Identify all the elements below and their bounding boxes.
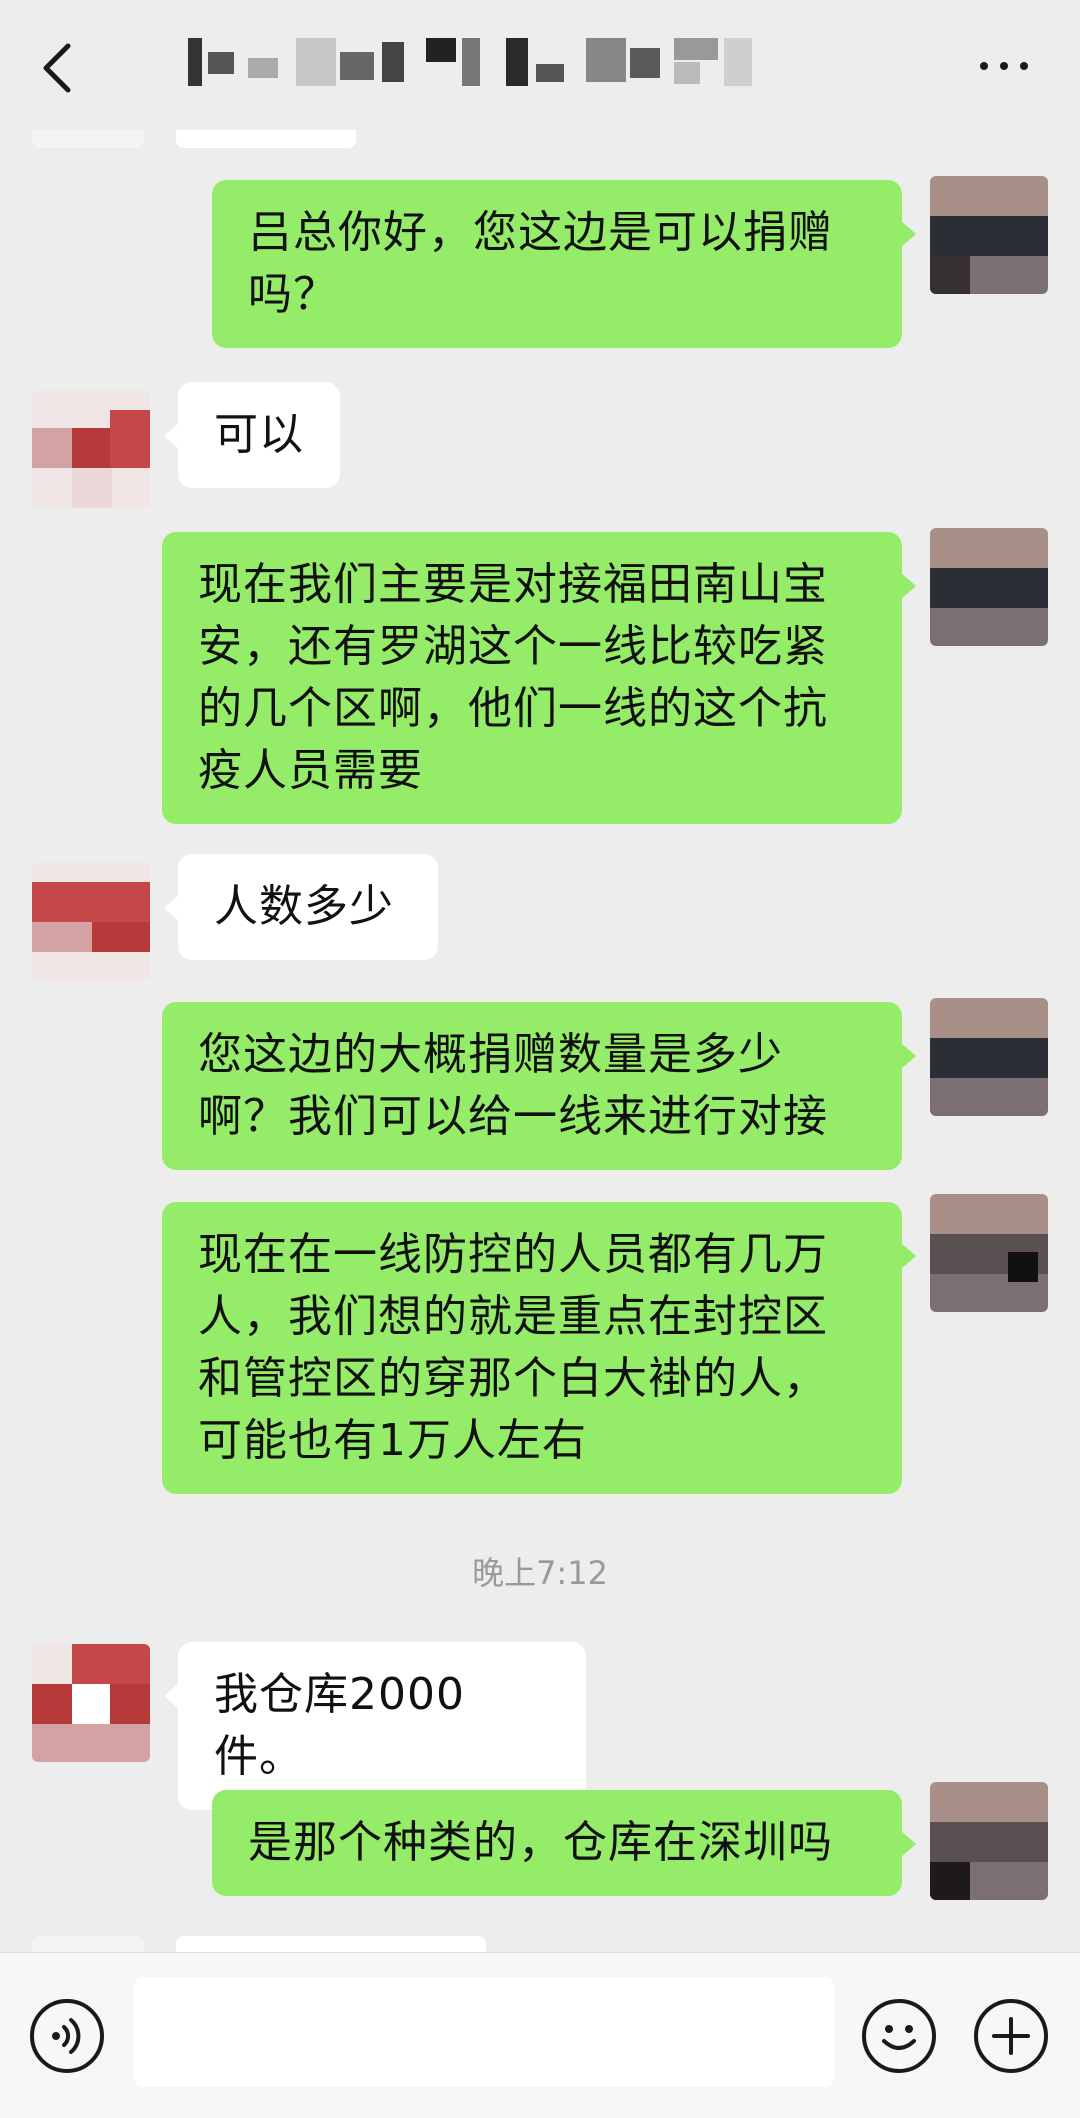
chevron-left-icon <box>43 43 71 93</box>
message-bubble-outgoing[interactable]: 现在在一线防控的人员都有几万人，我们想的就是重点在封控区和管控区的穿那个白大褂的… <box>162 1202 916 1494</box>
chat-header <box>0 0 1080 130</box>
contact-avatar[interactable] <box>32 1644 150 1762</box>
message-bubble-outgoing[interactable]: 是那个种类的，仓库在深圳吗 <box>212 1790 916 1896</box>
message-timestamp: 晚上7:12 <box>472 1554 608 1592</box>
voice-button[interactable] <box>30 1999 104 2073</box>
next-avatar-fragment <box>32 1936 144 1952</box>
emoji-button[interactable] <box>862 1999 936 2073</box>
plus-button[interactable] <box>974 1999 1048 2073</box>
message-bubble-outgoing[interactable]: 吕总你好，您这边是可以捐赠吗？ <box>212 180 916 348</box>
contact-avatar[interactable] <box>32 390 150 508</box>
message-bubble-incoming[interactable]: 可以 <box>164 382 340 488</box>
my-avatar[interactable] <box>930 1782 1048 1900</box>
message-input-bar <box>0 1952 1080 2118</box>
next-message-fragment <box>176 1936 486 1952</box>
previous-message-fragment <box>176 130 356 148</box>
contact-avatar[interactable] <box>32 862 150 980</box>
previous-avatar-fragment <box>32 130 144 148</box>
message-bubble-outgoing[interactable]: 您这边的大概捐赠数量是多少啊？我们可以给一线来进行对接 <box>162 1002 916 1170</box>
message-text-input[interactable] <box>134 1977 834 2087</box>
message-bubble-incoming[interactable]: 人数多少 <box>164 854 438 960</box>
emoji-icon <box>882 2025 916 2050</box>
my-avatar[interactable] <box>930 176 1048 294</box>
chat-title-obscured <box>168 38 898 86</box>
my-avatar[interactable] <box>930 1194 1048 1312</box>
message-bubble-outgoing[interactable]: 现在我们主要是对接福田南山宝安，还有罗湖这个一线比较吃紧的几个区啊，他们一线的这… <box>162 532 916 824</box>
more-button[interactable] <box>978 44 1030 84</box>
my-avatar[interactable] <box>930 528 1048 646</box>
message-bubble-incoming[interactable]: 我仓库2000件。 <box>164 1642 586 1810</box>
my-avatar[interactable] <box>930 998 1048 1116</box>
plus-icon <box>992 2017 1030 2055</box>
voice-icon <box>52 2018 81 2054</box>
back-button[interactable] <box>38 38 78 98</box>
